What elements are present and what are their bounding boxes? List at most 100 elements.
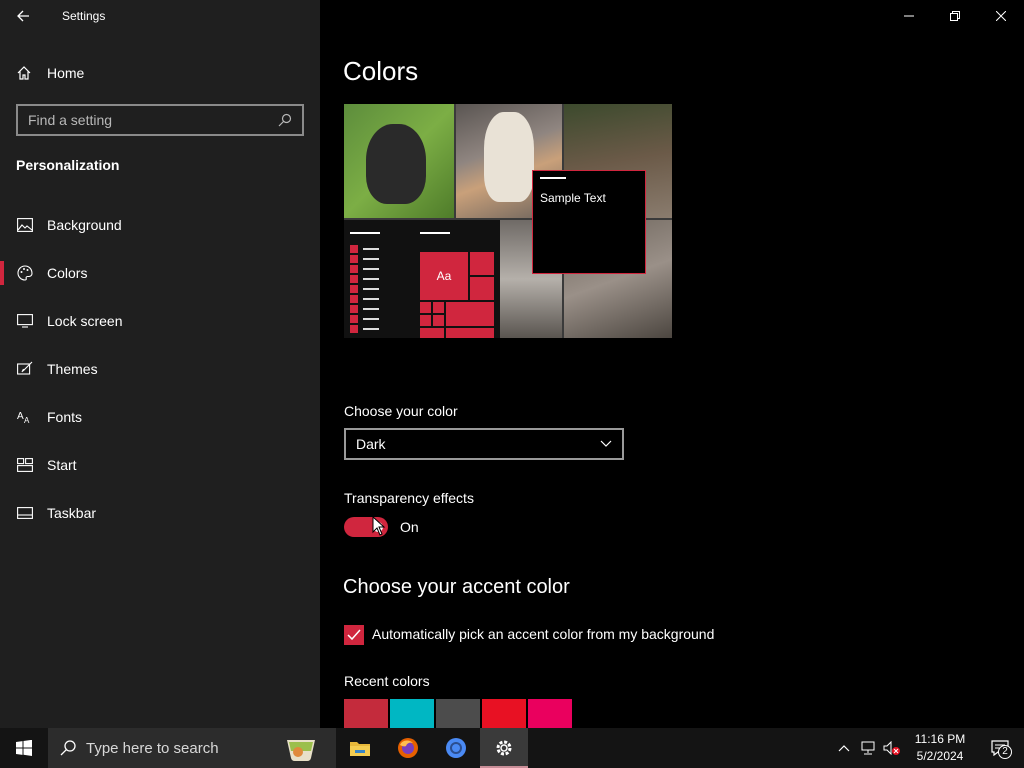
preview-bar bbox=[420, 232, 450, 234]
lock-screen-icon bbox=[16, 312, 34, 330]
cat-shape bbox=[366, 124, 426, 204]
notification-count: 2 bbox=[998, 745, 1012, 759]
taskbar-chrome[interactable] bbox=[432, 728, 480, 768]
firefox-icon bbox=[398, 738, 418, 758]
tiles-preview: Aa bbox=[420, 252, 494, 338]
minimize-button[interactable] bbox=[886, 0, 932, 32]
page-title: Colors bbox=[343, 56, 419, 86]
tray-overflow-button[interactable] bbox=[832, 728, 856, 768]
color-swatch[interactable] bbox=[436, 699, 480, 728]
restore-button[interactable] bbox=[932, 0, 978, 32]
taskbar-settings[interactable] bbox=[480, 728, 528, 768]
clock-time: 11:16 PM bbox=[914, 732, 966, 746]
chevron-down-icon bbox=[600, 440, 612, 447]
preview-bar bbox=[350, 232, 380, 234]
accent-heading: Choose your accent color bbox=[343, 576, 570, 598]
recent-colors-label: Recent colors bbox=[344, 673, 430, 689]
sidebar-item-start[interactable]: Start bbox=[0, 441, 320, 489]
sidebar-item-colors[interactable]: Colors bbox=[0, 249, 320, 297]
color-swatch[interactable] bbox=[528, 699, 572, 728]
search-highlight-icon bbox=[287, 740, 315, 762]
taskbar-clock[interactable]: 11:16 PM 5/2/2024 bbox=[904, 731, 976, 765]
taskbar-search-box[interactable]: Type here to search bbox=[48, 728, 336, 768]
mouse-cursor-icon bbox=[372, 516, 386, 536]
sidebar-item-taskbar[interactable]: Taskbar bbox=[0, 489, 320, 537]
svg-text:A: A bbox=[17, 411, 24, 422]
recent-colors bbox=[344, 699, 572, 728]
titlebar: Settings bbox=[0, 0, 320, 32]
svg-text:A: A bbox=[24, 416, 30, 424]
sidebar-item-label: Themes bbox=[47, 361, 98, 377]
themes-icon bbox=[16, 360, 34, 378]
back-button[interactable] bbox=[0, 0, 46, 32]
taskbar-icon bbox=[16, 504, 34, 522]
volume-button[interactable] bbox=[880, 728, 904, 768]
network-icon bbox=[861, 741, 875, 755]
toggle-state: On bbox=[400, 519, 419, 535]
clock-date: 5/2/2024 bbox=[916, 749, 964, 763]
sidebar-item-label: Lock screen bbox=[47, 313, 123, 329]
window-controls bbox=[886, 0, 1024, 32]
minimize-icon bbox=[904, 15, 914, 17]
taskbar-search-placeholder: Type here to search bbox=[86, 739, 219, 757]
home-icon bbox=[17, 66, 31, 80]
settings-icon bbox=[496, 740, 512, 756]
colors-page: Colors Aa Sample Text Choose your color … bbox=[320, 0, 1024, 728]
cat-shape bbox=[484, 112, 534, 202]
auto-accent-checkbox[interactable] bbox=[344, 625, 364, 645]
auto-accent-label: Automatically pick an accent color from … bbox=[372, 626, 715, 642]
start-icon bbox=[16, 456, 34, 474]
color-swatch[interactable] bbox=[390, 699, 434, 728]
restore-icon bbox=[950, 11, 960, 21]
palette-icon bbox=[16, 264, 34, 282]
find-setting-input[interactable]: Find a setting bbox=[16, 104, 304, 136]
theme-preview: Aa Sample Text bbox=[344, 104, 672, 338]
file-explorer-icon bbox=[350, 742, 370, 756]
search-icon bbox=[278, 113, 292, 127]
sidebar-item-label: Background bbox=[47, 217, 122, 233]
home-label: Home bbox=[47, 65, 85, 81]
sidebar-item-lock-screen[interactable]: Lock screen bbox=[0, 297, 320, 345]
action-center-button[interactable]: 2 bbox=[976, 728, 1024, 768]
back-arrow-icon bbox=[17, 10, 29, 22]
color-swatch[interactable] bbox=[344, 699, 388, 728]
sidebar-item-themes[interactable]: Themes bbox=[0, 345, 320, 393]
sample-text: Sample Text bbox=[540, 191, 606, 205]
transparency-label: Transparency effects bbox=[344, 490, 474, 506]
volume-muted-icon bbox=[883, 741, 900, 755]
network-button[interactable] bbox=[856, 728, 880, 768]
taskbar-firefox[interactable] bbox=[384, 728, 432, 768]
checkmark-icon bbox=[347, 629, 361, 641]
search-icon bbox=[60, 740, 76, 756]
sidebar-item-label: Colors bbox=[47, 265, 88, 281]
close-icon bbox=[996, 11, 1006, 21]
sample-window: Sample Text bbox=[532, 170, 646, 274]
color-swatch[interactable] bbox=[482, 699, 526, 728]
sidebar-item-label: Start bbox=[47, 457, 77, 473]
start-list-preview bbox=[350, 244, 382, 334]
start-button[interactable] bbox=[0, 728, 48, 768]
preview-photo bbox=[344, 104, 454, 218]
sidebar-item-label: Fonts bbox=[47, 409, 83, 425]
section-title: Personalization bbox=[16, 157, 120, 173]
chevron-up-icon bbox=[838, 745, 850, 752]
dropdown-value: Dark bbox=[356, 436, 386, 452]
taskbar-file-explorer[interactable] bbox=[336, 728, 384, 768]
home-link[interactable]: Home bbox=[16, 62, 84, 84]
choose-color-label: Choose your color bbox=[344, 403, 458, 419]
sidebar-nav: Background Colors Lock screen Themes AA … bbox=[0, 201, 320, 537]
sidebar-item-background[interactable]: Background bbox=[0, 201, 320, 249]
sample-bar bbox=[540, 177, 566, 179]
choose-color-dropdown[interactable]: Dark bbox=[344, 428, 624, 460]
tile-aa: Aa bbox=[420, 252, 468, 300]
search-placeholder: Find a setting bbox=[28, 112, 113, 128]
windows-logo-icon bbox=[16, 740, 32, 756]
system-tray: 11:16 PM 5/2/2024 2 bbox=[832, 728, 1024, 768]
image-icon bbox=[16, 216, 34, 234]
sidebar-item-label: Taskbar bbox=[47, 505, 97, 521]
settings-sidebar: Settings Home Find a setting Personaliza… bbox=[0, 0, 320, 728]
app-title: Settings bbox=[62, 9, 106, 23]
sidebar-item-fonts[interactable]: AA Fonts bbox=[0, 393, 320, 441]
chrome-icon bbox=[446, 738, 466, 758]
close-button[interactable] bbox=[978, 0, 1024, 32]
